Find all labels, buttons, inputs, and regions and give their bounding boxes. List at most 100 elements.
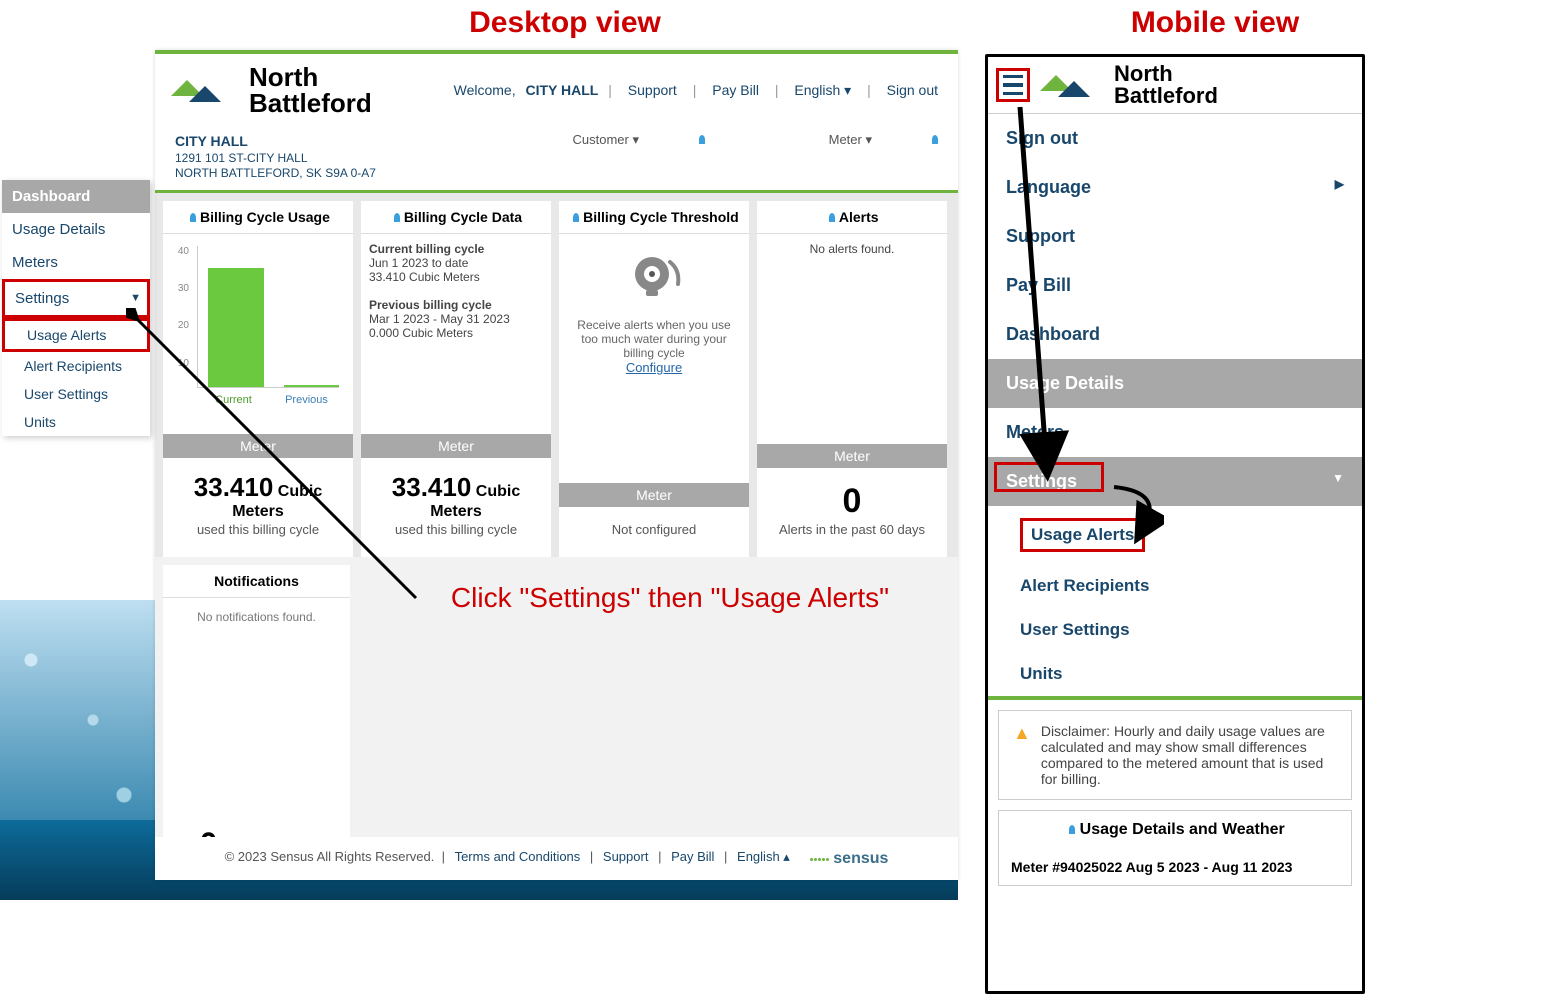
card-footer: 33.410 Cubic Meters used this billing cy… [361, 458, 551, 557]
instruction-text: Click "Settings" then "Usage Alerts" [420, 582, 920, 614]
water-drop-icon [1069, 825, 1075, 834]
bar-previous [284, 385, 340, 386]
usage-chart: 40 30 20 10 Current Previous [163, 234, 353, 434]
mini-bar-chart: 40 30 20 10 Current Previous [173, 246, 343, 406]
account-street: 1291 101 ST-CITY HALL [175, 151, 308, 165]
desktop-footer: © 2023 Sensus All Rights Reserved. | Ter… [155, 837, 958, 881]
water-drop-icon [932, 135, 938, 144]
mobile-card-title: Usage Details and Weather [999, 811, 1351, 849]
card-title: Billing Cycle Threshold [559, 201, 749, 234]
meter-bar: Meter [757, 444, 947, 468]
mobile-item-pay-bill[interactable]: Pay Bill [988, 261, 1362, 310]
highlight-box [994, 462, 1104, 492]
logo-line1: North [249, 64, 372, 90]
water-drop-icon [829, 213, 835, 222]
mobile-item-alert-recipients[interactable]: Alert Recipients [988, 564, 1362, 608]
card-billing-cycle-threshold: Billing Cycle Threshold Receive alerts w… [559, 201, 749, 557]
sidebar-item-usage-details[interactable]: Usage Details [2, 213, 150, 246]
hamburger-bar-icon [1003, 92, 1023, 95]
card-footer: Not configured [559, 507, 749, 557]
desktop-view-label: Desktop view [430, 6, 700, 40]
copyright-text: © 2023 Sensus All Rights Reserved. [225, 849, 435, 864]
desktop-header: North Battleford Welcome, CITY HALL | Su… [155, 54, 958, 126]
disclaimer-text: Disclaimer: Hourly and daily usage value… [1041, 723, 1337, 787]
card-footer: 33.410 Cubic Meters used this billing cy… [163, 458, 353, 557]
dashboard-cards: Billing Cycle Usage 40 30 20 10 [155, 193, 958, 557]
water-drop-icon [699, 135, 705, 144]
customer-dropdown[interactable]: Customer ▾ [513, 132, 706, 147]
hamburger-menu-button[interactable] [996, 68, 1030, 102]
prev-cycle-value: 0.000 Cubic Meters [369, 326, 473, 340]
alarm-bell-icon [567, 242, 741, 318]
language-footer[interactable]: English ▴ [731, 849, 796, 864]
water-drop-icon [394, 213, 400, 222]
logo: North Battleford [169, 64, 372, 116]
sidebar-item-user-settings[interactable]: User Settings [2, 380, 150, 408]
mobile-item-usage-alerts[interactable]: Usage Alerts [988, 506, 1362, 564]
x-axis-labels: Current Previous [197, 394, 343, 406]
mobile-disclaimer: ▲ Disclaimer: Hourly and daily usage val… [998, 710, 1352, 800]
data-caption: used this billing cycle [395, 522, 517, 537]
dropdown-row: Customer ▾ Meter ▾ [453, 132, 939, 182]
sign-out-link[interactable]: Sign out [881, 82, 944, 98]
configure-link[interactable]: Configure [626, 360, 682, 375]
card-title: Billing Cycle Data [361, 201, 551, 234]
bar-current [208, 268, 264, 386]
logo-chevrons-icon [169, 72, 237, 108]
mobile-meter-row: Meter #94025022 Aug 5 2023 - Aug 11 2023 [999, 849, 1351, 885]
pay-bill-link[interactable]: Pay Bill [706, 82, 765, 98]
mobile-app-window: North Battleford Sign out Language▶ Supp… [985, 54, 1365, 994]
prev-cycle-heading: Previous billing cycle [369, 298, 492, 312]
desktop-sidebar: Dashboard Usage Details Meters Settings … [2, 180, 150, 436]
usage-caption: used this billing cycle [197, 522, 319, 537]
water-drop-icon [190, 213, 196, 222]
alerts-caption: Alerts in the past 60 days [779, 522, 925, 537]
sidebar-item-alert-recipients[interactable]: Alert Recipients [2, 352, 150, 380]
mobile-item-usage-details[interactable]: Usage Details [988, 359, 1362, 408]
y-axis-ticks: 40 30 20 10 [173, 246, 193, 406]
mobile-usage-details-card: Usage Details and Weather Meter #9402502… [998, 810, 1352, 886]
no-notifications-text: No notifications found. [163, 598, 350, 636]
xlabel-previous: Previous [270, 394, 343, 406]
mobile-item-sign-out[interactable]: Sign out [988, 114, 1362, 163]
threshold-desc: Receive alerts when you use too much wat… [567, 318, 741, 360]
mobile-item-meters[interactable]: Meters [988, 408, 1362, 457]
sidebar-item-units[interactable]: Units [2, 408, 150, 436]
prev-cycle-range: Mar 1 2023 - May 31 2023 [369, 312, 510, 326]
header-links: Welcome, CITY HALL | Support | Pay Bill … [448, 82, 944, 99]
support-link[interactable]: Support [622, 82, 683, 98]
pay-bill-link-footer[interactable]: Pay Bill [665, 849, 720, 864]
card-notifications: Notifications No notifications found. 0 … [163, 565, 350, 865]
highlight-box: Usage Alerts [1020, 518, 1145, 552]
chevron-down-icon: ▼ [1332, 471, 1344, 485]
mobile-item-support[interactable]: Support [988, 212, 1362, 261]
meter-dropdown[interactable]: Meter ▾ [769, 132, 938, 147]
sidebar-item-usage-alerts[interactable]: Usage Alerts [2, 318, 150, 352]
desktop-app-window: North Battleford Welcome, CITY HALL | Su… [155, 50, 958, 880]
mobile-item-user-settings[interactable]: User Settings [988, 608, 1362, 652]
bars-area [197, 246, 339, 388]
card-billing-cycle-data: Billing Cycle Data Current billing cycle… [361, 201, 551, 557]
mobile-item-language[interactable]: Language▶ [988, 163, 1362, 212]
sensus-logo: sensus [810, 850, 888, 868]
mobile-item-settings[interactable]: Settings▼ [988, 457, 1362, 506]
sidebar-item-settings[interactable]: Settings [2, 279, 150, 318]
mobile-item-dashboard[interactable]: Dashboard [988, 310, 1362, 359]
language-dropdown[interactable]: English ▾ [788, 82, 857, 98]
not-configured-text: Not configured [612, 522, 697, 537]
account-city: NORTH BATTLEFORD, SK S9A 0-A7 [175, 166, 376, 180]
support-link-footer[interactable]: Support [597, 849, 655, 864]
alerts-value: 0 [843, 482, 862, 520]
current-cycle-value: 33.410 Cubic Meters [369, 270, 480, 284]
account-name: CITY HALL [175, 133, 248, 149]
sidebar-item-meters[interactable]: Meters [2, 246, 150, 279]
logo-chevrons-icon [1038, 67, 1106, 103]
terms-link[interactable]: Terms and Conditions [449, 849, 587, 864]
sidebar-item-dashboard[interactable]: Dashboard [2, 180, 150, 213]
logo-line2: Battleford [1114, 85, 1218, 107]
hamburger-bar-icon [1003, 75, 1023, 78]
mobile-item-units[interactable]: Units [988, 652, 1362, 696]
mobile-logo-text: North Battleford [1114, 63, 1218, 107]
no-alerts-text: No alerts found. [810, 242, 895, 256]
card-title: Alerts [757, 201, 947, 234]
